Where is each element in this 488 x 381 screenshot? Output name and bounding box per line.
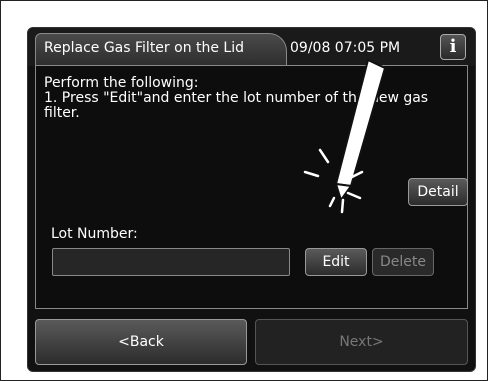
detail-button[interactable]: Detail <box>408 178 468 206</box>
info-icon: i <box>449 36 457 57</box>
instruction-line: filter. <box>44 105 80 121</box>
bottom-nav: <Back Next> <box>35 319 468 365</box>
edit-button[interactable]: Edit <box>305 248 367 276</box>
instruction-text: Perform the following: 1. Press "Edit"an… <box>44 76 454 121</box>
delete-button[interactable]: Delete <box>372 248 434 276</box>
info-button[interactable]: i <box>440 34 466 60</box>
back-button[interactable]: <Back <box>35 319 247 365</box>
content-panel: Perform the following: 1. Press "Edit"an… <box>35 65 468 309</box>
figure-frame: Replace Gas Filter on the Lid 09/08 07:0… <box>0 0 488 381</box>
title-bar: Replace Gas Filter on the Lid 09/08 07:0… <box>28 28 475 66</box>
next-button[interactable]: Next> <box>255 319 468 365</box>
screen-title: Replace Gas Filter on the Lid <box>44 40 245 56</box>
lot-number-field[interactable] <box>52 248 290 276</box>
lot-number-label: Lot Number: <box>51 226 138 242</box>
instruction-line: 1. Press "Edit"and enter the lot number … <box>44 90 429 106</box>
device-screen: Replace Gas Filter on the Lid 09/08 07:0… <box>27 27 476 372</box>
date-time: 09/08 07:05 PM <box>290 40 401 56</box>
instruction-line: Perform the following: <box>44 75 199 91</box>
